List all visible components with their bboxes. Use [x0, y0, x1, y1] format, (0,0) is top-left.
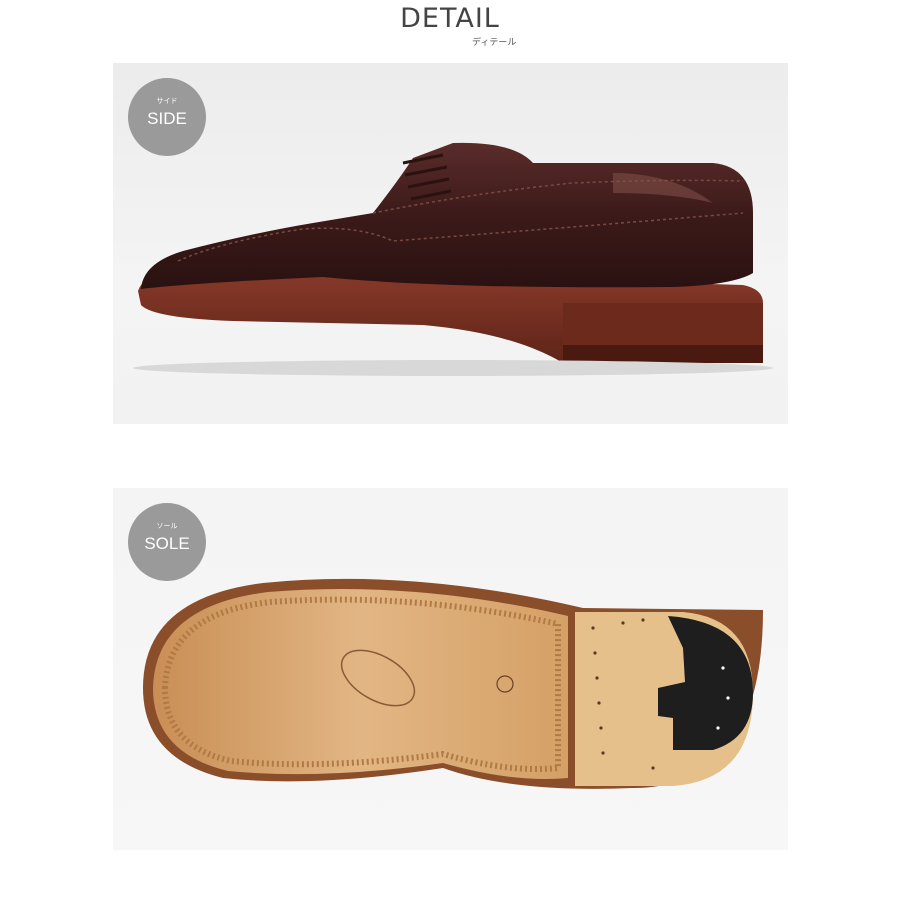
side-shoe-photo: [133, 142, 773, 376]
side-badge-label: SIDE: [147, 109, 187, 128]
side-badge-sub: サイド: [156, 97, 178, 105]
side-view-panel: サイド SIDE: [113, 63, 788, 424]
sole-badge-sub: ソール: [156, 522, 178, 530]
page-title: DETAIL: [400, 3, 500, 34]
sole-view-panel: ソール SOLE: [113, 488, 788, 850]
side-badge: サイド SIDE: [128, 78, 206, 156]
sole-badge: ソール SOLE: [128, 503, 206, 581]
sole-shoe-photo: [143, 578, 763, 789]
page-subtitle: ディテール: [472, 38, 517, 48]
sole-badge-label: SOLE: [144, 534, 190, 553]
page-header: DETAIL ディテール: [0, 0, 900, 60]
